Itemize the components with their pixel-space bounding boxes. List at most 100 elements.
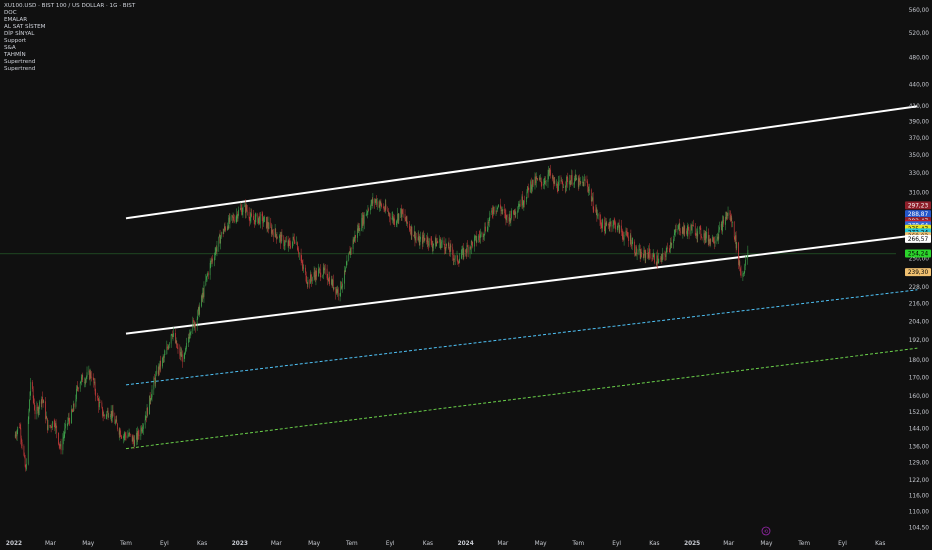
candle-body bbox=[639, 249, 640, 250]
candle-body bbox=[42, 396, 43, 400]
indicator-support[interactable]: Support bbox=[4, 38, 135, 45]
candle-body bbox=[297, 249, 299, 252]
candle-body bbox=[219, 234, 220, 237]
candle-body bbox=[63, 434, 65, 437]
candle-body bbox=[745, 259, 746, 266]
candle-body bbox=[222, 232, 224, 234]
candle-body bbox=[28, 411, 30, 420]
candle-body bbox=[101, 402, 103, 408]
candle-body bbox=[735, 235, 736, 242]
x-tick-label: May bbox=[82, 541, 95, 547]
candle-body bbox=[448, 243, 449, 246]
candle-body bbox=[690, 224, 692, 235]
candle-body bbox=[258, 216, 260, 219]
candle-body bbox=[677, 229, 679, 231]
candle-body bbox=[669, 248, 671, 250]
candle-body bbox=[123, 435, 125, 437]
candle-body bbox=[563, 186, 564, 188]
candle-body bbox=[704, 233, 705, 241]
candle-body bbox=[233, 216, 235, 220]
candle-body bbox=[263, 221, 264, 224]
candle-body bbox=[634, 252, 636, 256]
candle-body bbox=[242, 206, 244, 212]
candle-body bbox=[193, 320, 195, 327]
candle-body bbox=[584, 179, 585, 180]
candle-body bbox=[345, 265, 347, 268]
candle-body bbox=[327, 278, 329, 281]
candle-body bbox=[504, 213, 506, 214]
candle-body bbox=[394, 218, 395, 225]
candle-body bbox=[397, 213, 399, 221]
candle-body bbox=[81, 377, 82, 382]
candle-body bbox=[384, 209, 385, 211]
candle-body bbox=[224, 226, 225, 231]
candle-body bbox=[16, 435, 17, 437]
candle-body bbox=[733, 221, 735, 238]
y-tick-label: 160,00 bbox=[909, 394, 930, 400]
candle-body bbox=[30, 382, 32, 392]
candle-body bbox=[712, 236, 714, 243]
candle-body bbox=[136, 432, 137, 440]
candle-body bbox=[462, 248, 464, 258]
y-tick-label: 192,00 bbox=[909, 338, 930, 344]
candle-body bbox=[376, 199, 377, 205]
indicator-sa[interactable]: S&A bbox=[4, 45, 135, 52]
candle-body bbox=[175, 340, 177, 343]
candle-body bbox=[329, 276, 330, 285]
x-axis[interactable]: 2022 Mar May Tem Eyl Kas 2023 Mar May Tem Eyl Kas 20… bbox=[6, 541, 885, 547]
candle-body bbox=[332, 279, 334, 289]
candle-body bbox=[476, 240, 478, 242]
candle-body bbox=[301, 261, 303, 262]
candle-body bbox=[323, 267, 324, 276]
candle-body bbox=[68, 417, 69, 422]
candle-body bbox=[103, 414, 105, 416]
dashed-support-line-1 bbox=[125, 289, 918, 386]
candle-body bbox=[431, 240, 433, 246]
symbol-title[interactable]: XU100.USD · BIST 100 / US DOLLAR · 1G · … bbox=[4, 3, 135, 10]
candle-body bbox=[471, 241, 473, 243]
y-tick-label: 560,00 bbox=[909, 8, 930, 14]
indicator-dip-sinyal[interactable]: DİP SİNYAL bbox=[4, 31, 135, 38]
y-tick-label: 122,00 bbox=[909, 478, 930, 484]
candle-body bbox=[189, 332, 191, 335]
candle-body bbox=[227, 226, 229, 229]
candle-body bbox=[545, 181, 547, 183]
candle-body bbox=[389, 213, 390, 217]
candle-body bbox=[227, 226, 228, 230]
indicator-supertrend-1[interactable]: Supertrend bbox=[4, 59, 135, 66]
candle-body bbox=[714, 240, 716, 244]
candle-body bbox=[636, 246, 637, 255]
candle-body bbox=[575, 175, 577, 180]
candle-body bbox=[742, 273, 744, 277]
candle-body bbox=[601, 225, 603, 229]
candle-body bbox=[449, 249, 450, 253]
candle-body bbox=[162, 357, 164, 358]
indicator-supertrend-2[interactable]: Supertrend bbox=[4, 66, 135, 73]
candle-body bbox=[197, 310, 199, 319]
candle-body bbox=[37, 407, 39, 414]
candle-body bbox=[548, 169, 550, 173]
candle-body bbox=[418, 236, 420, 240]
candle-body bbox=[688, 229, 690, 235]
indicator-al-sat[interactable]: AL SAT SİSTEM bbox=[4, 24, 135, 31]
candle-body bbox=[680, 231, 681, 233]
indicator-tahmin[interactable]: TAHMİN bbox=[4, 52, 135, 59]
candle-body bbox=[670, 242, 672, 246]
indicator-doc[interactable]: DOC bbox=[4, 10, 135, 17]
candle-body bbox=[188, 337, 189, 343]
candle-body bbox=[93, 378, 95, 384]
candle-body bbox=[472, 242, 473, 247]
replay-icon[interactable]: ⟲ bbox=[761, 526, 771, 536]
x-tick-label: 2025 bbox=[684, 541, 700, 547]
chart-area[interactable]: 560,00 520,00 480,00 440,00 410,00 390,00 370,… bbox=[0, 0, 932, 550]
candle-body bbox=[479, 236, 481, 238]
candle-body bbox=[590, 189, 592, 202]
candle-body bbox=[98, 400, 100, 408]
indicator-emalar[interactable]: EMALAR bbox=[4, 17, 135, 24]
candle-body bbox=[146, 408, 148, 418]
candle-body bbox=[469, 246, 471, 253]
candle-body bbox=[268, 222, 270, 229]
candle-body bbox=[535, 176, 536, 184]
candle-body bbox=[125, 433, 126, 436]
candle-body bbox=[133, 440, 135, 447]
